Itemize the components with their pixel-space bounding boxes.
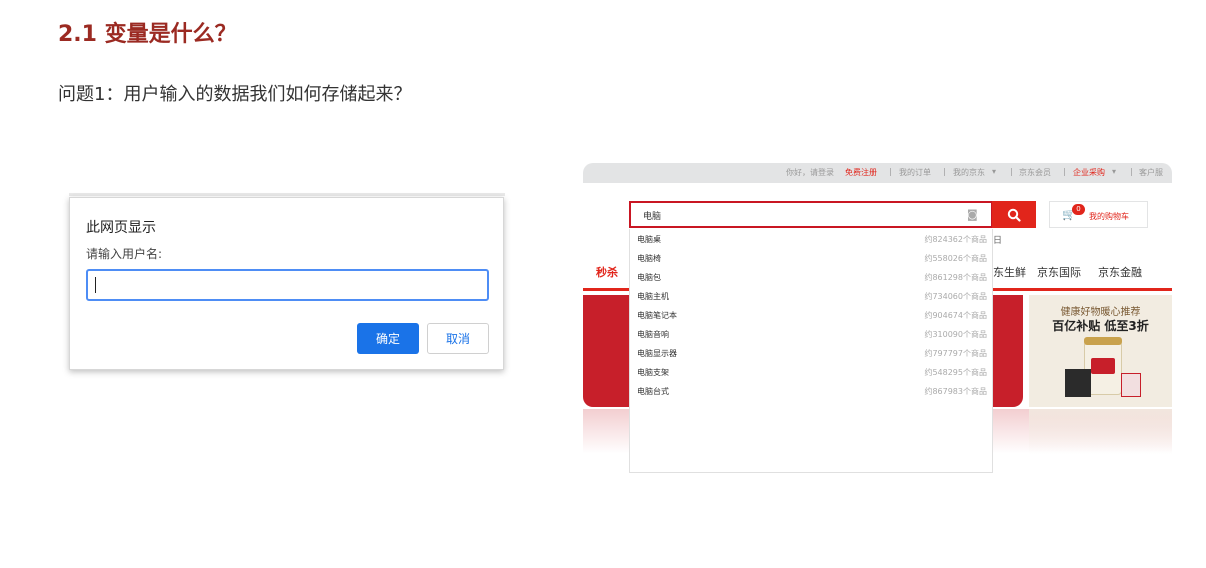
login-link[interactable]: 你好，请登录 xyxy=(786,167,834,178)
suggestion-item[interactable]: 电脑台式 约867983个商品 xyxy=(630,381,992,400)
dialog-message: 请输入用户名: xyxy=(86,247,163,261)
service-link[interactable]: 客户服 xyxy=(1139,167,1163,178)
suggestion-fade xyxy=(630,407,992,472)
search-value: 电脑 xyxy=(643,212,662,222)
slide-title: 2.1 变量是什么？ xyxy=(58,22,237,47)
nav-fresh[interactable]: 东生鲜 xyxy=(993,264,1026,280)
jd-search-input[interactable]: 电脑 ◙ xyxy=(629,201,993,228)
prompt-dialog: 此网页显示 请输入用户名: 确定 取消 xyxy=(69,197,504,370)
camera-icon[interactable]: ◙ xyxy=(967,208,978,221)
search-suggestions: 电脑桌 约824362个商品 电脑椅 约558026个商品 电脑包 约861298个商… xyxy=(629,229,993,473)
suggestion-item[interactable]: 电脑支架 约548295个商品 xyxy=(630,362,992,381)
gift-box-product xyxy=(1065,369,1091,397)
myjd-link[interactable]: 我的京东 xyxy=(953,167,985,178)
suggestion-item[interactable]: 电脑音响 约310090个商品 xyxy=(630,324,992,343)
suggestion-item[interactable]: 电脑椅 约558026个商品 xyxy=(630,248,992,267)
suggestion-item[interactable]: 电脑包 约861298个商品 xyxy=(630,267,992,286)
product-label xyxy=(1091,358,1115,374)
slide-question: 问题1：用户输入的数据我们如何存储起来？ xyxy=(58,84,412,105)
browser-chrome-edge xyxy=(69,193,505,196)
search-button[interactable] xyxy=(992,201,1036,228)
cup-product xyxy=(1121,373,1141,397)
magnifier-icon xyxy=(1007,208,1021,222)
jd-topbar: 你好，请登录 免费注册 | 我的订单 | 我的京东 ▾ | 京东会员 | 企业采… xyxy=(583,163,1172,183)
topbar-divider: | xyxy=(1130,167,1133,176)
username-input[interactable] xyxy=(86,269,489,301)
register-link[interactable]: 免费注册 xyxy=(845,167,877,178)
ok-button[interactable]: 确定 xyxy=(357,323,419,354)
chevron-down-icon: ▾ xyxy=(1112,167,1117,176)
cart-button[interactable]: 🛒 0 我的购物车 xyxy=(1049,201,1148,228)
suggestion-item[interactable]: 电脑桌 约824362个商品 xyxy=(630,229,992,248)
ad-title: 健康好物暖心推荐 xyxy=(1060,307,1141,318)
topbar-divider: | xyxy=(889,167,892,176)
ad-subtitle: 百亿补贴 低至3折 xyxy=(1052,319,1149,333)
suggestion-item[interactable]: 电脑笔记本 约904674个商品 xyxy=(630,305,992,324)
cancel-button[interactable]: 取消 xyxy=(427,323,489,354)
suggestion-item[interactable]: 电脑主机 约734060个商品 xyxy=(630,286,992,305)
cart-count-badge: 0 xyxy=(1072,204,1085,215)
jd-screenshot: 你好，请登录 免费注册 | 我的订单 | 我的京东 ▾ | 京东会员 | 企业采… xyxy=(583,163,1172,473)
nav-finance[interactable]: 京东金融 xyxy=(1098,264,1142,280)
orders-link[interactable]: 我的订单 xyxy=(899,167,931,178)
topbar-divider: | xyxy=(1063,167,1066,176)
cart-label: 我的购物车 xyxy=(1089,212,1129,221)
member-link[interactable]: 京东会员 xyxy=(1019,167,1051,178)
nav-miaosha[interactable]: 秒杀 xyxy=(596,264,618,280)
text-caret xyxy=(95,277,96,293)
nav-intl[interactable]: 京东国际 xyxy=(1037,264,1081,280)
topbar-divider: | xyxy=(1010,167,1013,176)
enterprise-link[interactable]: 企业采购 xyxy=(1073,167,1105,178)
suggestion-item[interactable]: 电脑显示器 约797797个商品 xyxy=(630,343,992,362)
topbar-divider: | xyxy=(943,167,946,176)
chevron-down-icon: ▾ xyxy=(992,167,997,176)
hot-word-fragment[interactable]: 日 xyxy=(993,233,1002,246)
side-ad[interactable]: 健康好物暖心推荐 百亿补贴 低至3折 xyxy=(1029,295,1172,407)
dialog-title: 此网页显示 xyxy=(86,220,156,236)
